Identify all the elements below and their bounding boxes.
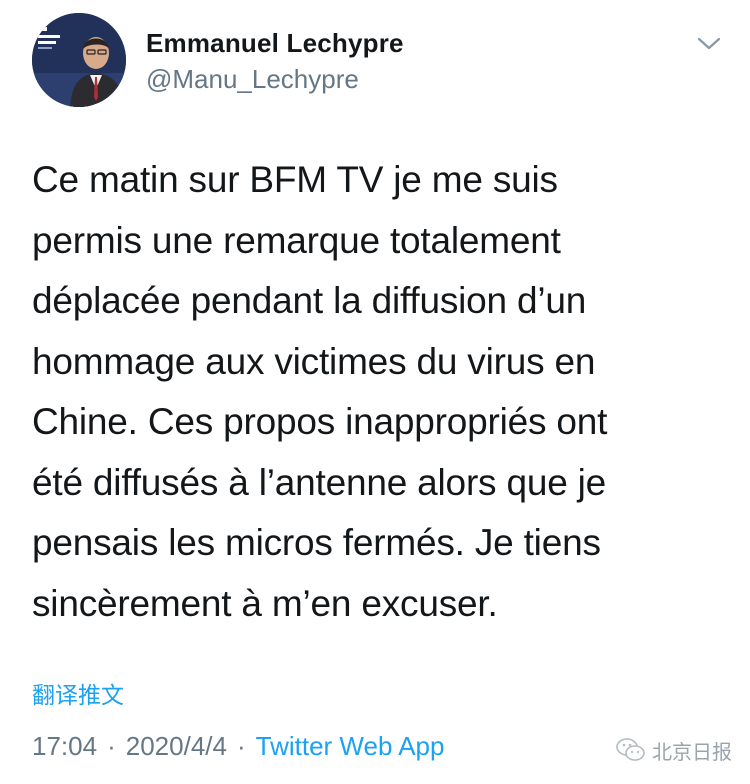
publisher-watermark: 北京日报 [616, 735, 732, 765]
tweet-card: Emmanuel Lechypre @Manu_Lechypre Ce mati… [0, 0, 750, 784]
tweet-source-link[interactable]: Twitter Web App [256, 731, 445, 761]
author-display-name[interactable]: Emmanuel Lechypre [146, 28, 404, 59]
meta-separator: · [236, 731, 246, 761]
wechat-icon [616, 738, 645, 761]
tweet-date[interactable]: 2020/4/4 [126, 731, 227, 761]
author-avatar[interactable] [32, 13, 126, 107]
translate-tweet-link[interactable]: 翻译推文 [32, 676, 124, 710]
tweet-time[interactable]: 17:04 [32, 731, 97, 761]
meta-separator: · [107, 731, 116, 761]
chevron-down-icon[interactable] [694, 32, 724, 54]
profile-photo-icon [32, 13, 126, 107]
tweet-meta: 17:04 · 2020/4/4 · Twitter Web App [32, 731, 444, 762]
watermark-label: 北京日报 [652, 739, 732, 764]
tweet-text: Ce matin sur BFM TV je me suis permis un… [32, 159, 608, 624]
author-handle[interactable]: @Manu_Lechypre [146, 64, 359, 95]
